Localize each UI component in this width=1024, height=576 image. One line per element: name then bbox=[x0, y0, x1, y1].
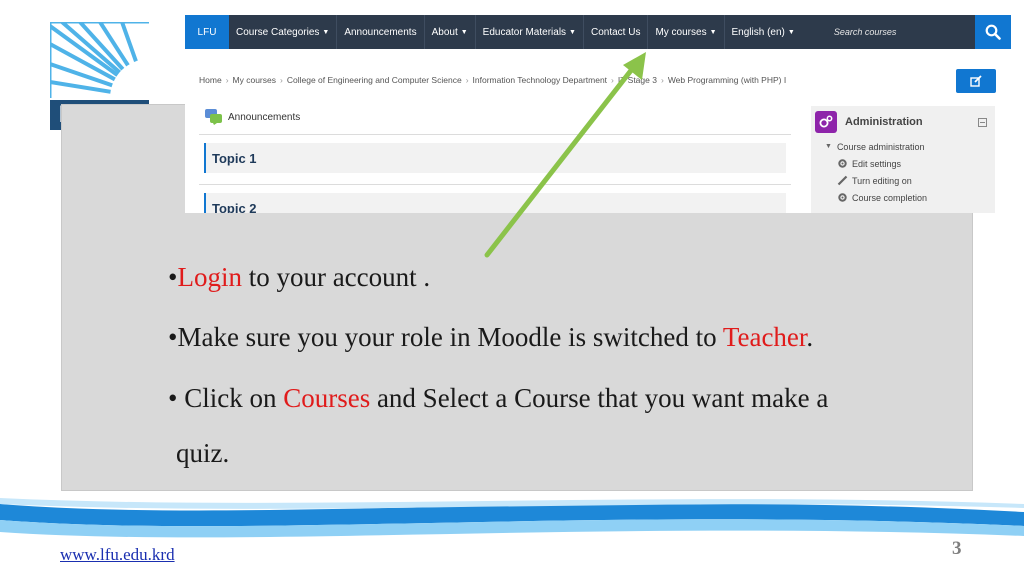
bullet-text: and Select a Course that you want make a bbox=[370, 383, 829, 413]
pencil-icon bbox=[837, 175, 848, 186]
sunburst-logo-icon bbox=[50, 22, 149, 98]
turn-editing-on-link[interactable]: Turn editing on bbox=[811, 172, 995, 189]
bullet-role: •Make sure you your role in Moodle is sw… bbox=[168, 322, 813, 353]
announcements-label: Announcements bbox=[228, 111, 301, 123]
search-input[interactable]: Search courses bbox=[834, 27, 984, 37]
nav-language[interactable]: English (en) ▼ bbox=[725, 15, 802, 49]
caret-down-icon: ▼ bbox=[709, 28, 717, 36]
breadcrumb: Home › My courses › College of Engineering a… bbox=[199, 75, 786, 85]
caret-down-icon: ▼ bbox=[322, 28, 330, 36]
nav-label: English (en) bbox=[731, 26, 785, 38]
nav-label: My courses bbox=[655, 26, 707, 38]
caret-down-icon: ▼ bbox=[460, 28, 468, 36]
edit-settings-link[interactable]: Edit settings bbox=[811, 155, 995, 172]
topic-2[interactable]: Topic 2 bbox=[204, 193, 786, 213]
nav-course-categories[interactable]: Course Categories ▼ bbox=[229, 15, 338, 49]
gear-icon bbox=[837, 192, 848, 203]
nav-label: Contact Us bbox=[590, 26, 641, 38]
breadcrumb-course[interactable]: Web Programming (with PHP) I bbox=[668, 75, 786, 85]
caret-down-icon: ▼ bbox=[569, 28, 576, 36]
course-administration-toggle[interactable]: ▼ Course administration bbox=[811, 138, 995, 155]
bullet-end: . bbox=[806, 322, 814, 352]
course-completion-label: Course completion bbox=[852, 192, 928, 203]
administration-header: Administration bbox=[811, 106, 995, 138]
chevron-right-icon: › bbox=[611, 75, 614, 85]
breadcrumb-stage[interactable]: IT Stage 3 bbox=[618, 75, 657, 85]
nav-label: Educator Materials bbox=[482, 26, 567, 38]
footer-wave bbox=[0, 498, 1024, 538]
bullet-text: Click on bbox=[177, 383, 284, 413]
breadcrumb-department[interactable]: Information Technology Department bbox=[473, 75, 608, 85]
gear-icon bbox=[837, 158, 848, 169]
administration-title: Administration bbox=[845, 116, 923, 128]
nav-educator-materials[interactable]: Educator Materials ▼ bbox=[476, 15, 584, 49]
course-administration-label: Course administration bbox=[836, 141, 925, 152]
nav-announcements[interactable]: Announcements bbox=[337, 15, 425, 49]
nav-label: Announcements bbox=[344, 26, 417, 38]
forum-icon bbox=[205, 109, 222, 125]
breadcrumb-home[interactable]: Home bbox=[199, 75, 222, 85]
nav-contact-us[interactable]: Contact Us bbox=[584, 15, 649, 49]
moodle-screenshot: LFU Course Categories ▼ Announcements Abo… bbox=[185, 15, 1011, 213]
chevron-right-icon: › bbox=[280, 75, 283, 85]
nav-label: About bbox=[431, 26, 458, 38]
search-icon bbox=[985, 24, 1001, 40]
bullet-text: to your account . bbox=[241, 262, 431, 292]
nav-about[interactable]: About ▼ bbox=[425, 15, 476, 49]
bullet-courses: • Click on Courses and Select a Course t… bbox=[168, 383, 828, 414]
website-link[interactable]: www.lfu.edu.krd bbox=[60, 545, 175, 565]
teacher-highlight: Teacher bbox=[722, 322, 807, 352]
chevron-right-icon: › bbox=[225, 75, 229, 85]
courses-highlight: Courses bbox=[283, 383, 371, 413]
triangle-down-icon: ▼ bbox=[825, 143, 832, 150]
brand-link[interactable]: LFU bbox=[185, 15, 229, 49]
breadcrumb-my-courses[interactable]: My courses bbox=[233, 75, 276, 85]
announcements-link[interactable]: Announcements bbox=[205, 109, 300, 125]
page-number: 3 bbox=[952, 538, 962, 559]
chevron-right-icon: › bbox=[465, 75, 469, 85]
edit-settings-label: Edit settings bbox=[852, 158, 902, 169]
login-highlight: Login bbox=[177, 262, 242, 292]
nav-label: Course Categories bbox=[236, 26, 320, 38]
divider bbox=[199, 184, 791, 185]
edit-icon bbox=[970, 75, 982, 87]
bullet-courses-continued: quiz. bbox=[176, 438, 230, 468]
caret-down-icon: ▼ bbox=[787, 28, 795, 36]
chevron-right-icon: › bbox=[660, 75, 664, 85]
edit-button[interactable] bbox=[956, 69, 996, 93]
bullet-login: •Login to your account . bbox=[168, 262, 430, 293]
nav-my-courses[interactable]: My courses ▼ bbox=[648, 15, 725, 49]
breadcrumb-college[interactable]: College of Engineering and Computer Scie… bbox=[287, 75, 462, 85]
search-button[interactable] bbox=[975, 15, 1011, 49]
course-completion-link[interactable]: Course completion bbox=[811, 189, 995, 206]
collapse-icon[interactable] bbox=[978, 117, 987, 127]
turn-editing-on-label: Turn editing on bbox=[852, 175, 912, 186]
administration-block: Administration ▼ Course administration Ed… bbox=[811, 106, 995, 213]
topic-1[interactable]: Topic 1 bbox=[204, 143, 786, 173]
bullet-text: Make sure you your role in Moodle is swi… bbox=[177, 322, 723, 352]
settings-gears-icon bbox=[815, 111, 837, 133]
divider bbox=[199, 134, 791, 135]
top-navbar: LFU Course Categories ▼ Announcements Abo… bbox=[185, 15, 1011, 49]
